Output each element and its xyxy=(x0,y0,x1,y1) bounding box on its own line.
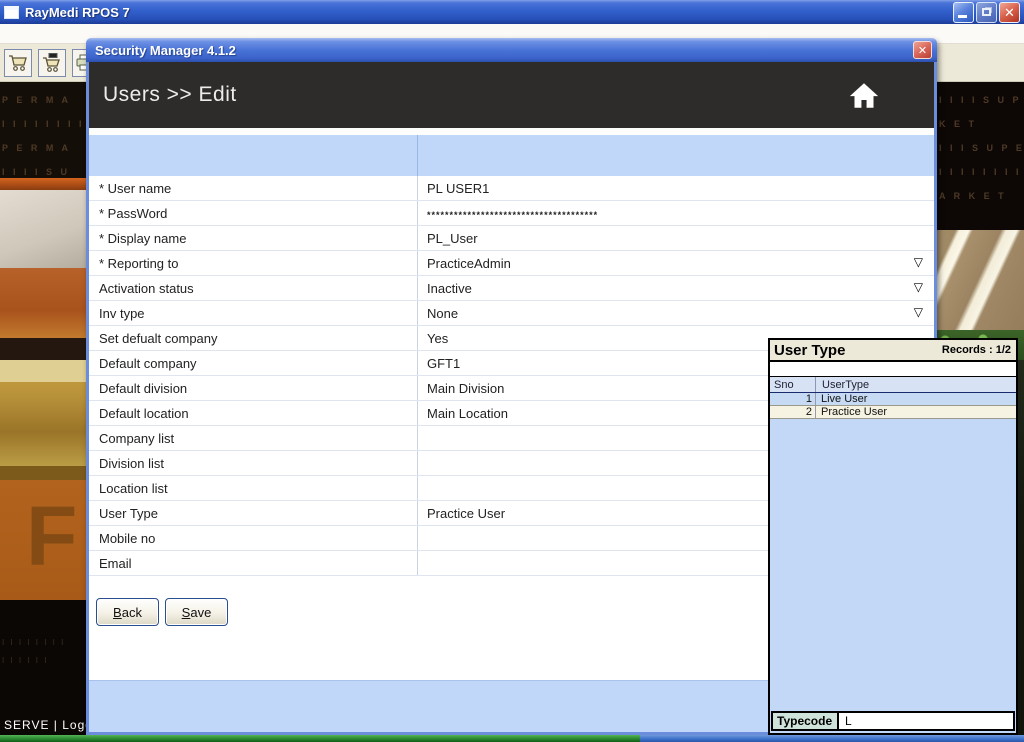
close-icon: ✕ xyxy=(917,44,928,57)
minimize-button[interactable] xyxy=(953,1,974,23)
field-label: Location list xyxy=(89,476,418,500)
field-value[interactable]: PL_User xyxy=(418,226,934,250)
page-header: Users >> Edit xyxy=(89,62,934,128)
column-header-sno: Sno xyxy=(770,377,816,392)
main-window-title: RayMedi RPOS 7 xyxy=(25,4,130,20)
dropdown-arrow-icon[interactable]: ▽ xyxy=(914,306,923,318)
bottom-blue-strip xyxy=(640,735,1024,742)
form-row: * User name PL USER1 xyxy=(89,176,934,201)
save-button[interactable]: Save xyxy=(165,598,228,626)
close-button[interactable]: ✕ xyxy=(999,1,1020,23)
dropdown-arrow-icon[interactable]: ▽ xyxy=(914,256,923,268)
bakery-counter-photo xyxy=(0,360,86,480)
field-label: Default location xyxy=(89,401,418,425)
restore-icon xyxy=(982,8,991,16)
typecode-input[interactable]: L xyxy=(839,713,1013,729)
home-button[interactable] xyxy=(848,82,880,109)
field-label: * User name xyxy=(89,176,418,200)
field-value[interactable]: PracticeAdmin xyxy=(418,251,934,275)
row-sno: 1 xyxy=(770,393,816,405)
field-label: Activation status xyxy=(89,276,418,300)
field-label: * PassWord xyxy=(89,201,418,225)
screen: RayMedi RPOS 7 ✕ P E R M A I I I I I I I… xyxy=(0,0,1024,742)
close-icon: ✕ xyxy=(1004,4,1015,20)
records-count: Records : 1/2 xyxy=(941,344,1011,356)
field-label: Inv type xyxy=(89,301,418,325)
field-value[interactable]: PL USER1 xyxy=(418,176,934,200)
field-label: Company list xyxy=(89,426,418,450)
maximize-button[interactable] xyxy=(976,1,997,23)
user-type-popup-header: User Type Records : 1/2 xyxy=(770,340,1016,362)
floor-letter: F xyxy=(26,489,78,583)
user-type-row[interactable]: 2 Practice User xyxy=(770,406,1016,419)
form-row: * PassWord ******************************… xyxy=(89,201,934,226)
form-header-band xyxy=(89,135,934,176)
user-type-grid: 1 Live User 2 Practice User xyxy=(770,393,1016,419)
field-label: Set defualt company xyxy=(89,326,418,350)
dialog-titlebar[interactable]: Security Manager 4.1.2 ✕ xyxy=(86,38,937,62)
home-icon xyxy=(849,82,879,108)
field-value[interactable]: Inactive xyxy=(418,276,934,300)
dropdown-arrow-icon[interactable]: ▽ xyxy=(914,281,923,293)
field-label: Default division xyxy=(89,376,418,400)
dialog-close-button[interactable]: ✕ xyxy=(913,41,932,59)
field-value[interactable]: None xyxy=(418,301,934,325)
app-icon xyxy=(4,5,19,19)
cart-card-button[interactable] xyxy=(38,48,66,77)
minimize-icon xyxy=(958,14,967,18)
user-type-grid-header: Sno UserType xyxy=(770,377,1016,393)
page-title: Users >> Edit xyxy=(103,83,237,106)
ceiling-lights-photo xyxy=(937,230,1024,330)
typecode-row: Typecode L xyxy=(771,711,1015,731)
field-label: Mobile no xyxy=(89,526,418,550)
form-row: Activation status Inactive ▽ xyxy=(89,276,934,301)
row-usertype: Practice User xyxy=(821,406,888,418)
field-label: Email xyxy=(89,551,418,575)
field-label: User Type xyxy=(89,501,418,525)
field-label: * Reporting to xyxy=(89,251,418,275)
bottom-green-strip xyxy=(0,735,640,742)
back-button[interactable]: Back xyxy=(96,598,159,626)
storefront-signage-right: I I I I S U PK E TI I I S U P EI I I I I… xyxy=(937,82,1024,230)
field-value[interactable]: ************************************** xyxy=(418,201,934,225)
storefront-signage-left: P E R M AI I I I I I I I IP E R M AI I I… xyxy=(0,82,86,178)
row-usertype: Live User xyxy=(821,393,868,405)
background-photo-left: P E R M AI I I I I I I I IP E R M AI I I… xyxy=(0,82,86,735)
user-type-popup: User Type Records : 1/2 Sno UserType 1 Li… xyxy=(768,338,1018,735)
form-row: Inv type None ▽ xyxy=(89,301,934,326)
typecode-label: Typecode xyxy=(773,713,839,729)
cart-icon xyxy=(9,54,27,71)
dialog-title: Security Manager 4.1.2 xyxy=(95,42,236,58)
field-label: * Display name xyxy=(89,226,418,250)
row-sno: 2 xyxy=(770,406,816,418)
column-header-usertype: UserType xyxy=(822,379,870,391)
field-label: Division list xyxy=(89,451,418,475)
main-titlebar: RayMedi RPOS 7 ✕ xyxy=(0,0,1024,24)
form-row: * Reporting to PracticeAdmin ▽ xyxy=(89,251,934,276)
status-bar-text: SERVE | Logg xyxy=(4,718,86,732)
field-label: Default company xyxy=(89,351,418,375)
cart-button[interactable] xyxy=(4,48,32,77)
popup-filter-row[interactable] xyxy=(770,362,1016,377)
form-row: * Display name PL_User xyxy=(89,226,934,251)
popup-title: User Type xyxy=(774,341,846,359)
cart-card-icon xyxy=(43,52,60,72)
user-type-row[interactable]: 1 Live User xyxy=(770,393,1016,406)
